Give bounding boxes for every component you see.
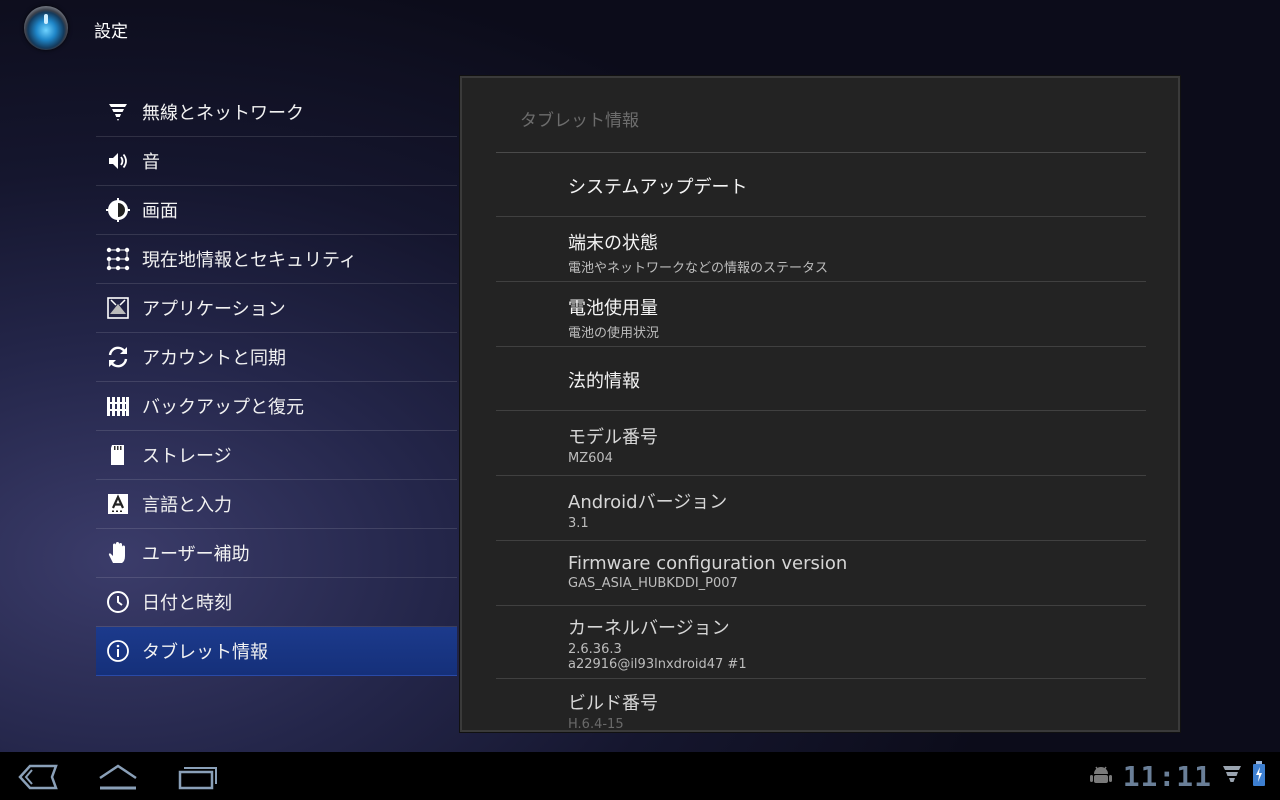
pref-summary: 2.6.36.3 xyxy=(568,642,622,657)
clock-icon xyxy=(106,590,130,614)
debug-android-icon xyxy=(1089,762,1113,790)
pref-kernel-version: カーネルバージョン 2.6.36.3 a22916@il93lnxdroid47… xyxy=(496,606,1146,679)
pref-title: 端末の状態 xyxy=(568,233,658,254)
pref-summary: 電池の使用状況 xyxy=(568,326,660,341)
settings-category-list: 無線とネットワーク 音 画面 現在地情報とセキュリティ アプリケーション アカウ… xyxy=(96,88,457,676)
pref-summary: 3.1 xyxy=(568,516,589,531)
category-label: 言語と入力 xyxy=(142,495,232,516)
sync-icon xyxy=(106,345,130,369)
about-tablet-panel: タブレット情報 システムアップデート 端末の状態 電池やネットワークなどの情報の… xyxy=(460,76,1180,732)
category-sound[interactable]: 音 xyxy=(96,137,457,186)
home-icon xyxy=(99,764,137,790)
home-button[interactable] xyxy=(96,762,140,792)
info-icon xyxy=(106,639,130,663)
pref-battery-use[interactable]: 電池使用量 電池の使用状況 xyxy=(496,282,1146,347)
category-accounts-sync[interactable]: アカウントと同期 xyxy=(96,333,457,382)
category-label: ストレージ xyxy=(142,446,232,467)
pref-summary: MZ604 xyxy=(568,451,613,466)
pref-legal-info[interactable]: 法的情報 xyxy=(496,347,1146,411)
wifi-signal-icon xyxy=(1222,763,1242,789)
system-bar: 11:11 xyxy=(0,752,1280,800)
pref-title: モデル番号 xyxy=(568,427,658,448)
category-label: アプリケーション xyxy=(142,299,286,320)
grid-dots-icon xyxy=(106,247,130,271)
hand-icon xyxy=(106,541,130,565)
pref-title: カーネルバージョン xyxy=(568,618,730,639)
action-bar: 設定 xyxy=(0,0,1280,56)
category-label: 現在地情報とセキュリティ xyxy=(142,250,357,271)
category-date-time[interactable]: 日付と時刻 xyxy=(96,578,457,627)
pref-summary-line2: a22916@il93lnxdroid47 #1 xyxy=(568,657,747,672)
status-clock: 11:11 xyxy=(1122,759,1212,793)
pref-summary: GAS_ASIA_HUBKDDI_P007 xyxy=(568,576,738,591)
pref-title: ビルド番号 xyxy=(568,693,658,714)
wifi-icon xyxy=(106,100,130,124)
category-backup-restore[interactable]: バックアップと復元 xyxy=(96,382,457,431)
settings-app-icon[interactable] xyxy=(24,6,68,50)
pref-title: 法的情報 xyxy=(568,371,640,392)
battery-charging-icon xyxy=(1252,761,1266,791)
pref-system-update[interactable]: システムアップデート xyxy=(496,153,1146,217)
pref-title: システムアップデート xyxy=(568,177,748,198)
category-storage[interactable]: ストレージ xyxy=(96,431,457,480)
category-label: タブレット情報 xyxy=(142,642,268,663)
pref-title: Androidバージョン xyxy=(568,492,728,513)
category-about-tablet[interactable]: タブレット情報 xyxy=(96,627,457,676)
keyboard-a-icon xyxy=(106,492,130,516)
app-title: 設定 xyxy=(94,22,128,42)
category-label: 画面 xyxy=(142,201,178,222)
recent-apps-button[interactable] xyxy=(176,762,220,792)
pref-summary: 電池やネットワークなどの情報のステータス xyxy=(568,261,829,276)
category-wireless-network[interactable]: 無線とネットワーク xyxy=(96,88,457,137)
category-label: バックアップと復元 xyxy=(142,397,304,418)
back-icon xyxy=(18,764,58,790)
pref-summary: H.6.4-15 xyxy=(568,717,624,732)
preference-list: システムアップデート 端末の状態 電池やネットワークなどの情報のステータス 電池… xyxy=(496,153,1146,732)
category-applications[interactable]: アプリケーション xyxy=(96,284,457,333)
category-location-security[interactable]: 現在地情報とセキュリティ xyxy=(96,235,457,284)
category-label: 日付と時刻 xyxy=(142,593,232,614)
backup-icon xyxy=(106,394,130,418)
pref-android-version: Androidバージョン 3.1 xyxy=(496,476,1146,541)
pref-firmware-config: Firmware configuration version GAS_ASIA_… xyxy=(496,541,1146,606)
status-area[interactable]: 11:11 xyxy=(1089,752,1266,800)
brightness-icon xyxy=(106,198,130,222)
pref-model-number: モデル番号 MZ604 xyxy=(496,411,1146,476)
category-label: ユーザー補助 xyxy=(142,544,250,565)
category-label: アカウントと同期 xyxy=(142,348,286,369)
category-accessibility[interactable]: ユーザー補助 xyxy=(96,529,457,578)
category-display[interactable]: 画面 xyxy=(96,186,457,235)
category-label: 音 xyxy=(142,152,160,173)
category-label: 無線とネットワーク xyxy=(142,103,304,124)
back-button[interactable] xyxy=(16,762,60,792)
pref-status[interactable]: 端末の状態 電池やネットワークなどの情報のステータス xyxy=(496,217,1146,282)
apps-icon xyxy=(106,296,130,320)
speaker-icon xyxy=(106,149,130,173)
pref-build-number: ビルド番号 H.6.4-15 xyxy=(496,679,1146,732)
pref-title: 電池使用量 xyxy=(568,298,658,319)
sdcard-icon xyxy=(106,443,130,467)
recent-apps-icon xyxy=(178,767,217,790)
category-language-input[interactable]: 言語と入力 xyxy=(96,480,457,529)
panel-header: タブレット情報 xyxy=(520,111,639,131)
pref-title: Firmware configuration version xyxy=(568,553,848,574)
